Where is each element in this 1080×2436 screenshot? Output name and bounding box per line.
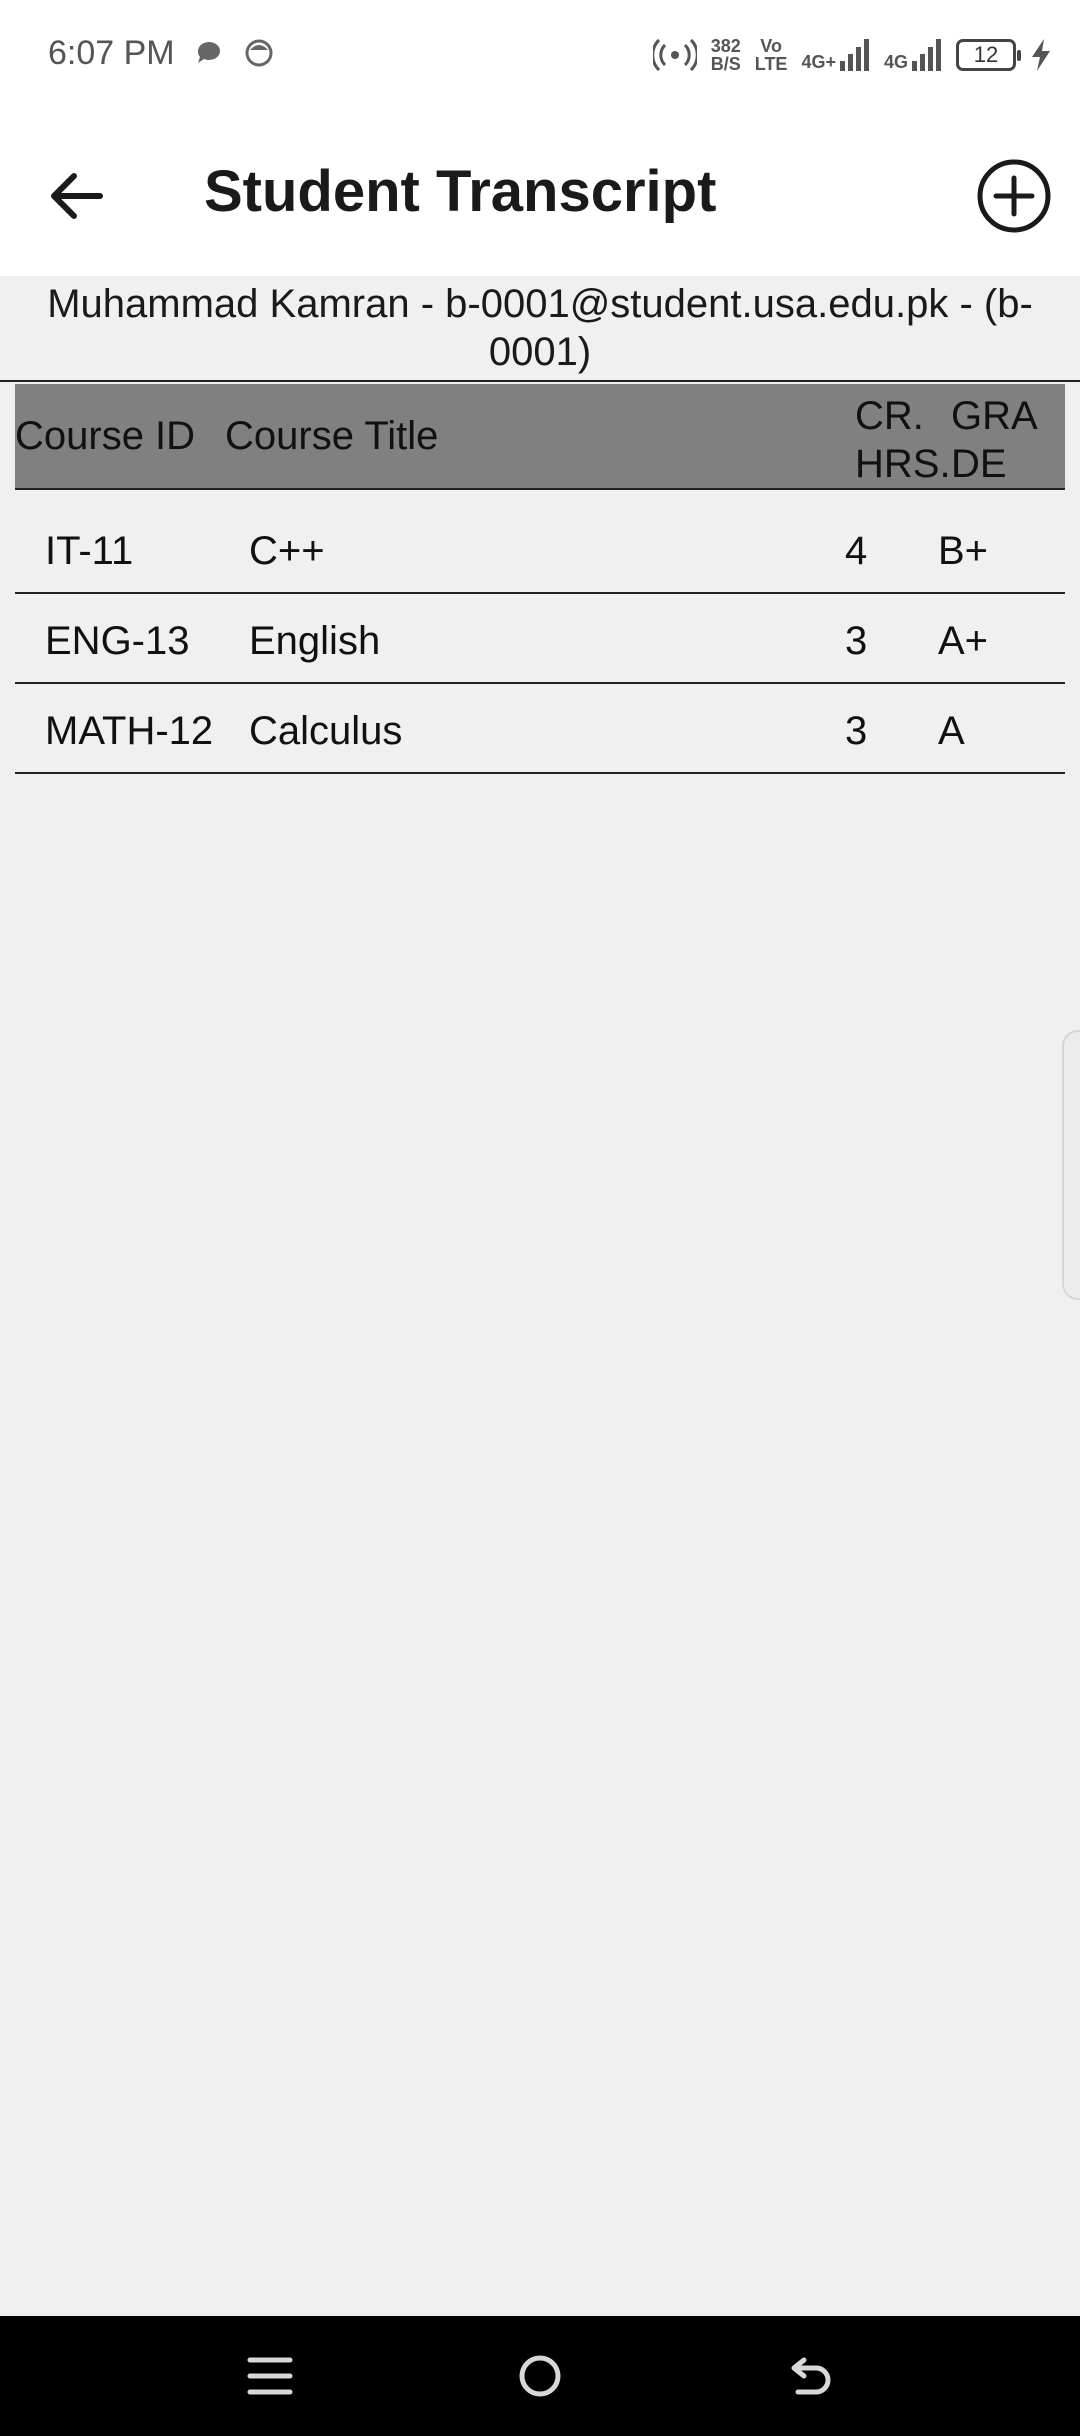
signal-1: 4G+ <box>801 39 870 71</box>
menu-icon[interactable] <box>240 2346 300 2406</box>
signal-bars-icon <box>839 39 869 71</box>
cell-course-id: ENG-13 <box>45 619 190 663</box>
hotspot-icon <box>652 38 697 72</box>
status-time: 6:07 PM <box>48 34 175 72</box>
add-button[interactable] <box>974 156 1054 236</box>
table-row[interactable]: IT-11 C++ 4 B+ <box>15 490 1065 594</box>
charging-bolt-icon <box>1032 39 1050 71</box>
app-bar: Student Transcript <box>0 108 1080 276</box>
header-course-title: Course Title <box>225 414 439 458</box>
page-title: Student Transcript <box>204 159 717 224</box>
cell-course-title: Calculus <box>249 709 403 753</box>
data-speed: 382 B/S <box>710 36 741 74</box>
arrow-left-icon <box>51 173 103 219</box>
smiley-icon <box>245 39 273 67</box>
back-button[interactable] <box>40 158 116 234</box>
cell-grade: A+ <box>938 619 989 663</box>
cell-course-id: IT-11 <box>45 529 134 573</box>
cell-course-title: C++ <box>249 529 325 573</box>
back-nav-icon[interactable] <box>780 2346 840 2406</box>
header-grade: GRADE <box>951 394 1038 486</box>
home-icon[interactable] <box>510 2346 570 2406</box>
table-row[interactable]: MATH-12 Calculus 3 A <box>15 684 1065 774</box>
student-info: Muhammad Kamran - b-0001@student.usa.edu… <box>0 276 1080 382</box>
plus-circle-icon <box>977 159 1051 233</box>
status-bar: 6:07 PM 382 B/S Vo LTE 4G+ 4G 12 <box>0 0 1080 108</box>
signal-bars-icon <box>912 39 941 71</box>
cell-credit-hours: 4 <box>845 529 868 573</box>
transcript-table: Course ID Course Title CR. HRS. GRADE IT… <box>15 384 1065 774</box>
header-credit-hours: CR. HRS. <box>855 394 951 486</box>
cell-grade: A <box>938 709 965 753</box>
battery-icon: 12 <box>956 39 1021 71</box>
header-course-id: Course ID <box>15 414 196 458</box>
signal-2: 4G <box>884 39 942 71</box>
cell-grade: B+ <box>938 529 989 573</box>
cell-credit-hours: 3 <box>845 709 868 753</box>
status-icons: 382 B/S Vo LTE 4G+ 4G 12 <box>652 30 1052 80</box>
volte-indicator: Vo LTE <box>754 36 788 74</box>
edge-panel-handle[interactable] <box>1062 1030 1080 1300</box>
table-header: Course ID Course Title CR. HRS. GRADE <box>15 384 1065 490</box>
cell-course-id: MATH-12 <box>45 709 214 753</box>
navigation-bar <box>0 2316 1080 2436</box>
cell-credit-hours: 3 <box>845 619 868 663</box>
cell-course-title: English <box>249 619 381 663</box>
table-row[interactable]: ENG-13 English 3 A+ <box>15 594 1065 684</box>
chat-bubble-icon <box>197 41 220 63</box>
